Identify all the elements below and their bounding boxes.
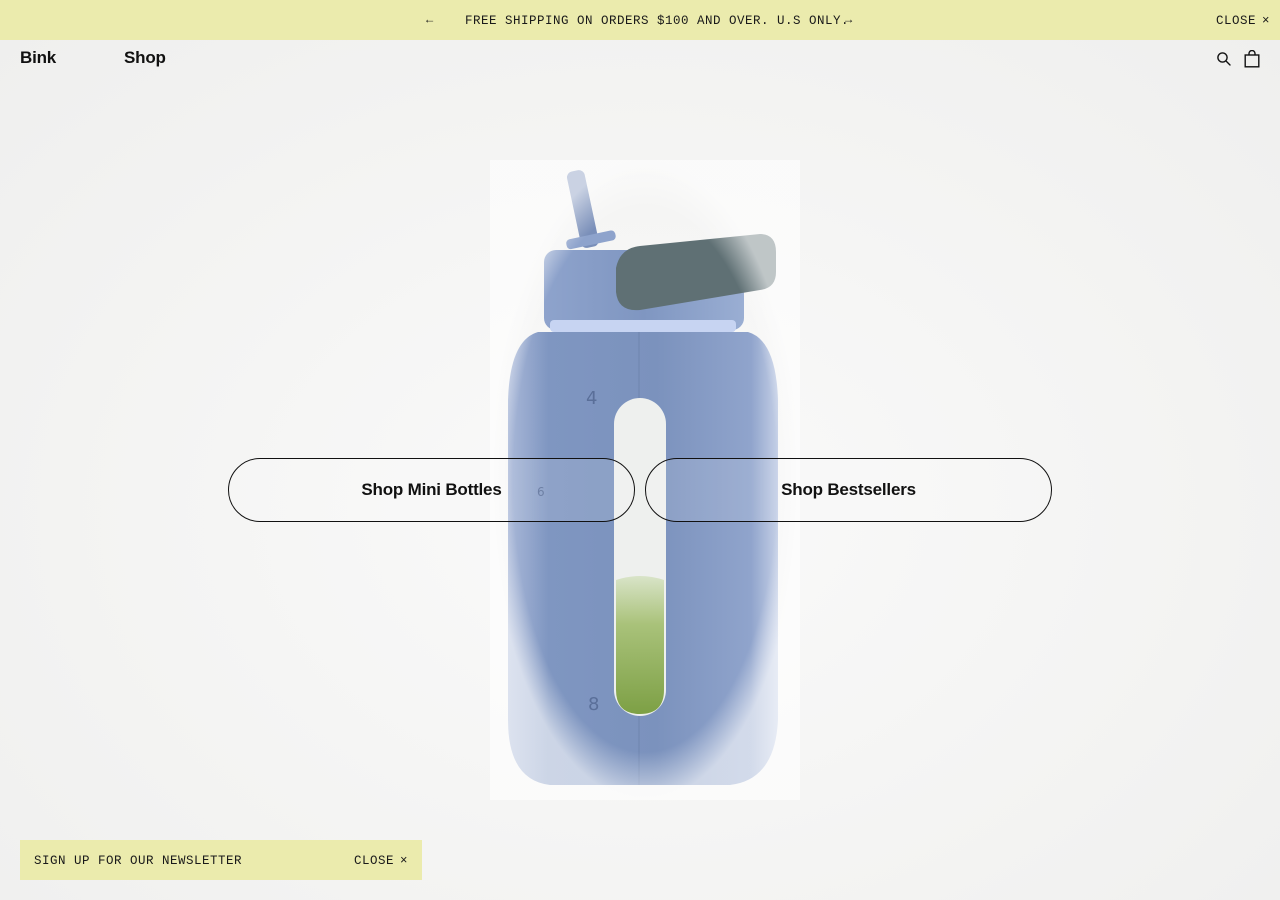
announcement-bar: ← FREE SHIPPING ON ORDERS $100 AND OVER.… [0, 0, 1280, 40]
newsletter-bar: SIGN UP FOR OUR NEWSLETTER CLOSE × [20, 840, 422, 880]
shop-mini-bottles-button[interactable]: Shop Mini Bottles [228, 458, 635, 522]
prev-arrow-icon[interactable]: ← [426, 13, 434, 27]
nav-shop-link[interactable]: Shop [124, 48, 166, 68]
logo-link[interactable]: Bink [20, 48, 56, 68]
newsletter-close-button[interactable]: CLOSE × [354, 854, 408, 868]
close-label: CLOSE [1215, 14, 1256, 28]
bag-icon[interactable] [1244, 50, 1260, 68]
close-label: CLOSE [353, 854, 394, 868]
nav-icons [1216, 50, 1260, 68]
close-icon: × [1261, 14, 1270, 28]
search-icon[interactable] [1216, 51, 1232, 67]
shop-bestsellers-button[interactable]: Shop Bestsellers [645, 458, 1052, 522]
next-arrow-icon[interactable]: → [845, 13, 853, 27]
announcement-message: FREE SHIPPING ON ORDERS $100 AND OVER. U… [465, 14, 850, 28]
announcement-close-button[interactable]: CLOSE × [1216, 14, 1270, 28]
newsletter-signup-link[interactable]: SIGN UP FOR OUR NEWSLETTER [34, 854, 242, 868]
close-icon: × [399, 854, 408, 868]
